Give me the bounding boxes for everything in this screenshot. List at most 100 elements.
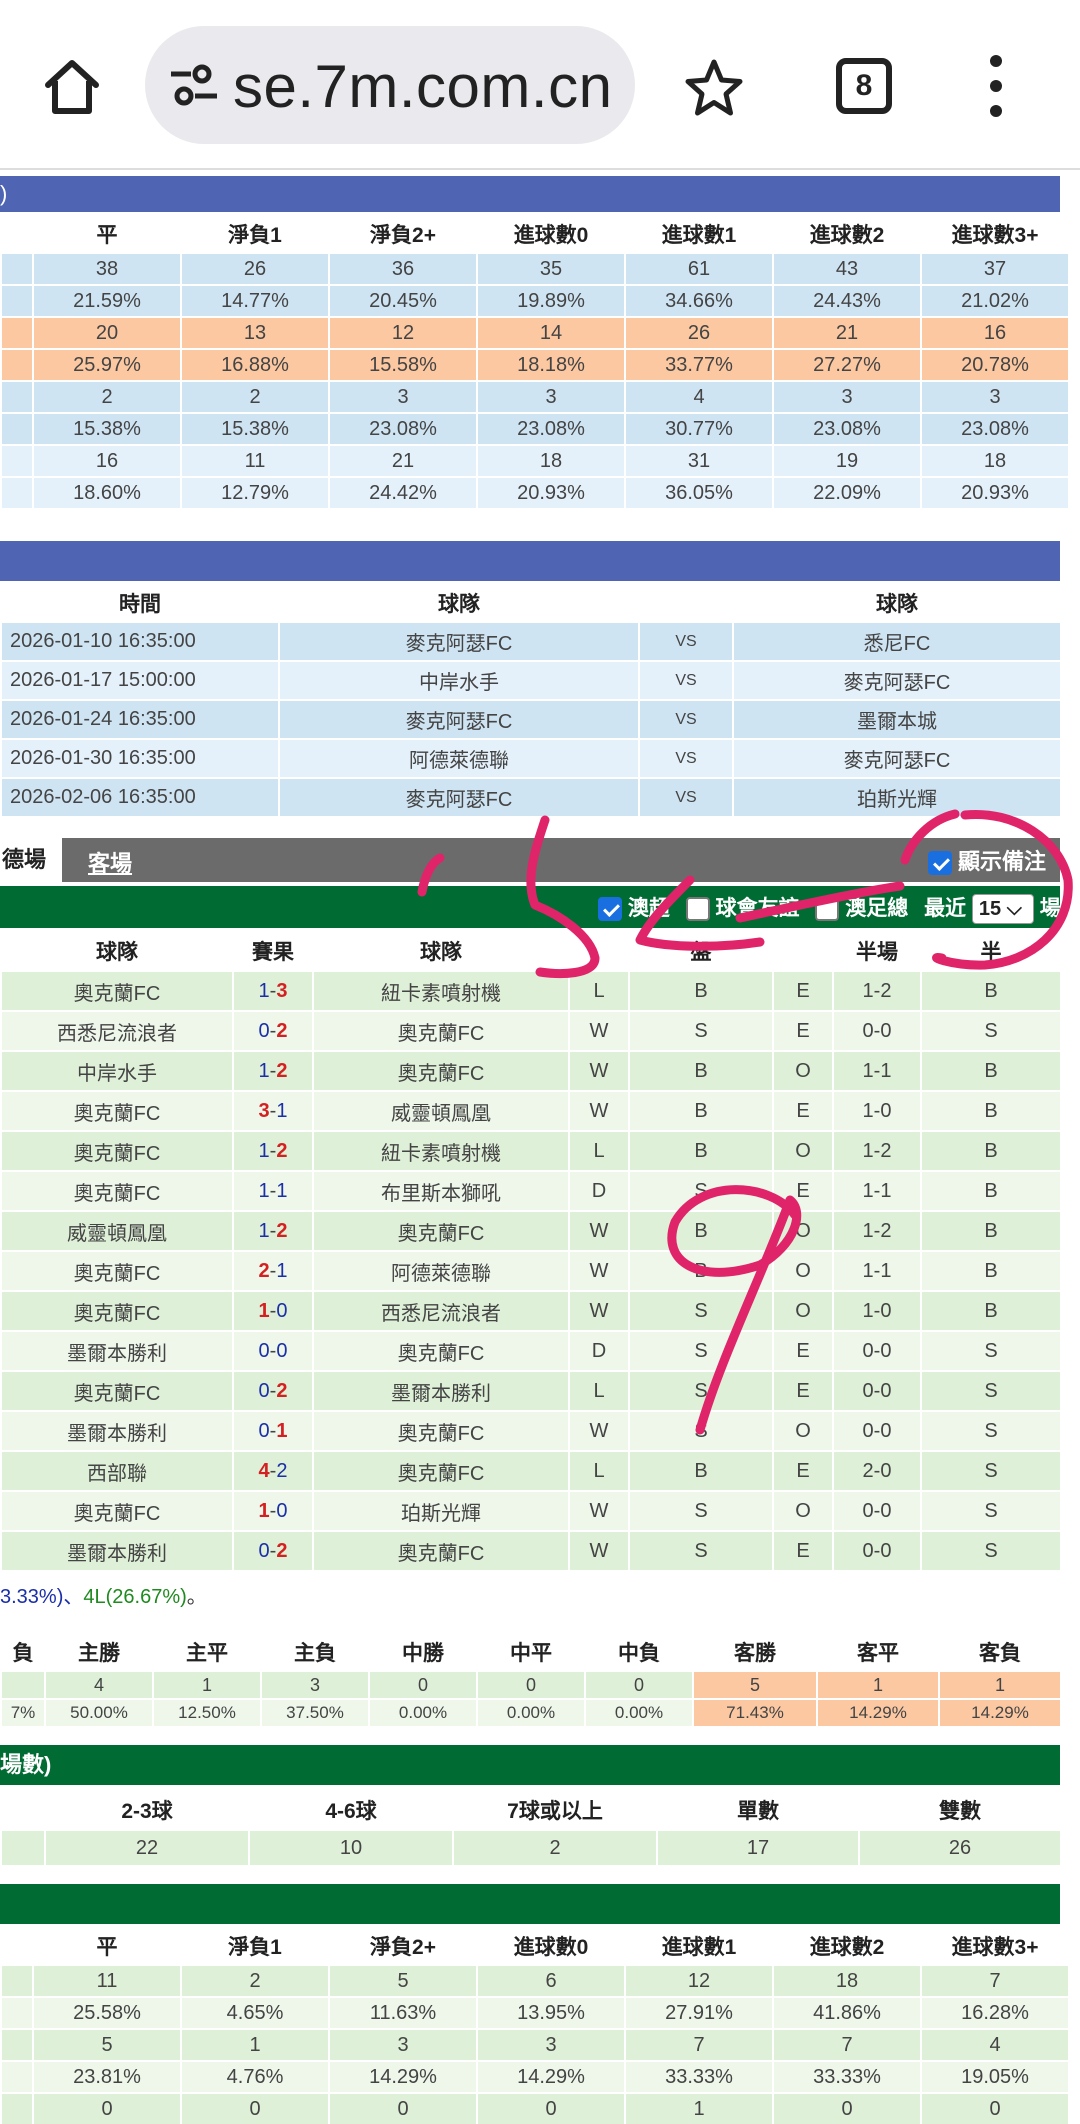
count-cell: 22 <box>44 1829 250 1867</box>
browser-toolbar: se.7m.com.cn 8 <box>0 0 1080 170</box>
fixture-away-team: 珀斯光輝 <box>732 777 1062 818</box>
match-half-time: 2-0 <box>832 1450 922 1492</box>
match-handicap: S <box>628 1170 774 1212</box>
header-cell: 球隊 <box>732 583 1062 623</box>
tab-away-record[interactable]: 客場 <box>88 846 132 878</box>
section-header-stats-2 <box>0 1884 1060 1924</box>
score-away: 2 <box>276 1379 288 1402</box>
match-home-team: 奧克蘭FC <box>0 1250 234 1292</box>
stats-count-row: 2233433 <box>0 380 1070 414</box>
percent-cell: 15.38% <box>180 412 330 446</box>
match-half-time: 1-0 <box>832 1090 922 1132</box>
tab-switcher-icon[interactable]: 8 <box>836 58 892 114</box>
match-score: 1-2 <box>232 1210 314 1252</box>
recent-count-select[interactable]: 15 ⌵ <box>971 894 1034 925</box>
match-half-handicap: S <box>920 1370 1062 1412</box>
match-score: 0-2 <box>232 1370 314 1412</box>
match-score: 1-2 <box>232 1130 314 1172</box>
score-home: 2 <box>258 1259 270 1282</box>
match-score: 1-1 <box>232 1170 314 1212</box>
match-half-handicap: B <box>920 1050 1062 1092</box>
match-half-time: 1-2 <box>832 970 922 1012</box>
header-cell: 4-6球 <box>248 1789 454 1831</box>
score-home: 0 <box>258 1019 270 1042</box>
stats-count-row: 20 13 12 14 26 21 16 <box>0 316 1070 350</box>
site-settings-icon[interactable] <box>169 62 219 108</box>
header-cell: 中負 <box>584 1632 694 1672</box>
table-header-row: 平淨負1 淨負2+ 進球數0 進球數1 進球數2 進球數3+ <box>0 214 1070 254</box>
match-home-team: 奧克蘭FC <box>0 1490 234 1532</box>
count-cell: 7 <box>772 2028 922 2062</box>
count-cell <box>0 1670 46 1700</box>
address-bar[interactable]: se.7m.com.cn <box>145 26 635 144</box>
fixture-home-team: 阿德萊德聯 <box>278 738 640 779</box>
count-cell: 1 <box>152 1670 262 1700</box>
count-cell: 3 <box>476 2028 626 2062</box>
match-away-team: 紐卡素噴射機 <box>312 970 570 1012</box>
percent-cell: 0.00% <box>368 1698 478 1728</box>
percent-cell: 20.78% <box>920 348 1070 382</box>
stats-percent-row: 25.58% 4.65% 11.63% 13.95% 27.91% 41.86% 16.28… <box>0 1996 1070 2030</box>
filter-friendly-checkbox[interactable] <box>685 897 710 922</box>
more-menu-icon[interactable] <box>990 55 1002 117</box>
match-home-team: 奧克蘭FC <box>0 1170 234 1212</box>
tab-home-record[interactable]: 德場數 <box>0 838 62 916</box>
percent-cell: 33.33% <box>624 2060 774 2094</box>
header-cell: 淨負1 <box>180 1926 330 1966</box>
section-header-goals: 場數) <box>0 1745 1060 1785</box>
match-row: 西悉尼流浪者 0-2 奧克蘭FC W S E 0-0 S <box>0 1010 1062 1052</box>
stats-count-row: 5133774 <box>0 2028 1070 2062</box>
percent-cell: 27.27% <box>772 348 922 382</box>
header-cell: 2-3球 <box>44 1789 250 1831</box>
match-row: 奧克蘭FC 1-0 西悉尼流浪者 W S O 1-0 B <box>0 1290 1062 1332</box>
home-icon[interactable] <box>40 55 104 119</box>
stats-count-row: 0000100 <box>0 2092 1070 2124</box>
fixture-row: 2026-01-30 16:35:00 阿德萊德聯 VS 麥克阿瑟FC <box>0 738 1062 779</box>
summary-part-3: 。 <box>186 1586 207 1608</box>
match-over-under: E <box>772 970 834 1012</box>
match-result: D <box>568 1330 630 1372</box>
count-cell: 0 <box>368 1670 478 1700</box>
fixture-home-team: 中岸水手 <box>278 660 640 701</box>
count-cell: 31 <box>624 444 774 478</box>
score-home: 0 <box>258 1379 270 1402</box>
show-notes-checkbox[interactable] <box>927 851 952 876</box>
count-cell: 37 <box>920 252 1070 286</box>
match-row: 奧克蘭FC 1-3 紐卡素噴射機 L B E 1-2 B <box>0 970 1062 1012</box>
match-half-time: 0-0 <box>832 1370 922 1412</box>
match-half-handicap: B <box>920 1090 1062 1132</box>
match-score: 1-2 <box>232 1050 314 1092</box>
header-cell: 進球數1 <box>624 214 774 254</box>
match-away-team: 奧克蘭FC <box>312 1450 570 1492</box>
count-cell: 26 <box>180 252 330 286</box>
score-away: 0 <box>276 1339 288 1362</box>
match-score: 0-0 <box>232 1330 314 1372</box>
match-row: 奧克蘭FC 2-1 阿德萊德聯 W B O 1-1 B <box>0 1250 1062 1292</box>
recent-label: 最近 <box>924 897 967 920</box>
match-home-team: 墨爾本勝利 <box>0 1410 234 1452</box>
star-icon[interactable] <box>682 56 746 120</box>
count-cell: 2 <box>32 380 182 414</box>
record-summary: 3.33%)、4L(26.67%)。 <box>0 1580 207 1609</box>
count-cell: 1 <box>816 1670 940 1700</box>
match-away-team: 奧克蘭FC <box>312 1210 570 1252</box>
percent-cell: 41.86% <box>772 1996 922 2030</box>
score-away: 2 <box>276 1539 288 1562</box>
filter-a-league-checkbox[interactable] <box>598 897 622 922</box>
match-row: 墨爾本勝利 0-2 奧克蘭FC W S E 0-0 S <box>0 1530 1062 1572</box>
filter-ffa-checkbox[interactable] <box>815 897 840 922</box>
count-cell: 0 <box>584 1670 694 1700</box>
header-cell: 球隊 <box>312 930 570 972</box>
count-cell: 17 <box>656 1829 860 1867</box>
header-cell: 球隊 <box>0 930 234 972</box>
header-cell: 客勝 <box>692 1632 818 1672</box>
count-cell: 21 <box>328 444 478 478</box>
show-notes-toggle[interactable]: 顯示備注 <box>927 844 1046 876</box>
match-result: W <box>568 1530 630 1572</box>
match-handicap: S <box>628 1330 774 1372</box>
match-handicap: S <box>628 1530 774 1572</box>
count-cell: 13 <box>180 316 330 350</box>
header-cell: 賽果 <box>232 930 314 972</box>
percent-cell: 0.00% <box>584 1698 694 1728</box>
count-cell: 11 <box>180 444 330 478</box>
